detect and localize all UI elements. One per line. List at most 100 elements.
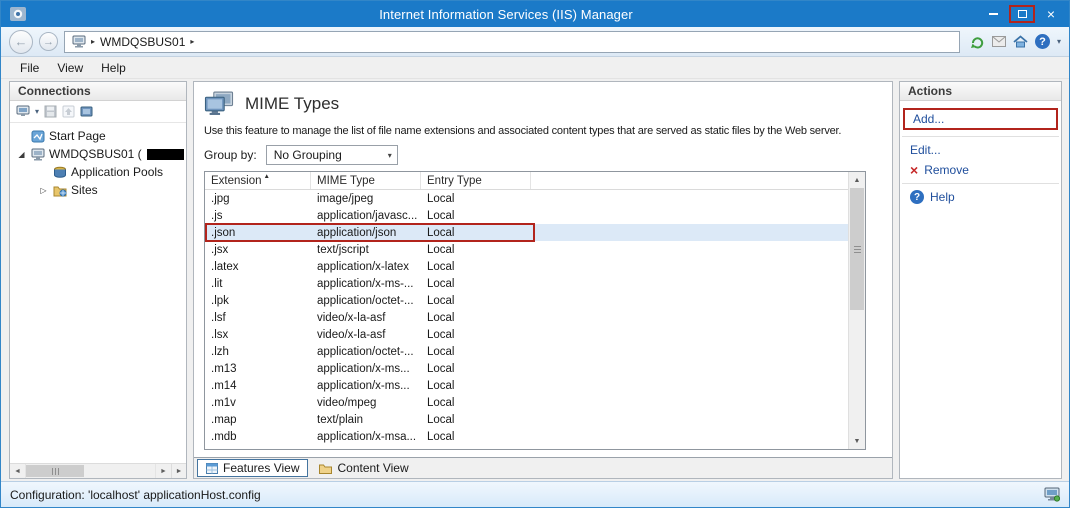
row-filler bbox=[531, 394, 848, 411]
menu-help[interactable]: Help bbox=[92, 58, 135, 78]
scroll-track[interactable] bbox=[849, 188, 865, 433]
scroll-thumb[interactable] bbox=[26, 465, 84, 477]
help-action[interactable]: ? Help bbox=[900, 187, 1061, 207]
entry-type-cell: Local bbox=[421, 207, 531, 224]
table-row[interactable]: .mdbapplication/x-msa...Local bbox=[205, 428, 848, 445]
tab-content-view[interactable]: Content View bbox=[311, 459, 416, 477]
feature-header: MIME Types bbox=[194, 82, 892, 120]
close-button[interactable]: × bbox=[1038, 5, 1064, 23]
mime-type-cell: video/x-la-asf bbox=[311, 309, 421, 326]
mime-type-cell: application/x-ms-... bbox=[311, 275, 421, 292]
tree-item-application-pools[interactable]: Application Pools bbox=[12, 163, 184, 181]
home-icon[interactable] bbox=[1013, 35, 1028, 48]
table-row[interactable]: .m13application/x-ms...Local bbox=[205, 360, 848, 377]
group-by-value: No Grouping bbox=[274, 148, 388, 162]
content-view-icon bbox=[319, 463, 332, 474]
help-icon: ? bbox=[910, 190, 924, 204]
table-row[interactable]: .jsxtext/jscriptLocal bbox=[205, 241, 848, 258]
table-row[interactable]: .latexapplication/x-latexLocal bbox=[205, 258, 848, 275]
tree-item-sites[interactable]: ▷ Sites bbox=[12, 181, 184, 199]
minimize-button[interactable] bbox=[980, 5, 1006, 23]
mime-type-cell: image/jpeg bbox=[311, 190, 421, 207]
close-icon: × bbox=[1047, 7, 1055, 21]
connections-tree: Start Page ◢ WMDQSBUS01 ( Application Po… bbox=[10, 123, 186, 463]
tab-features-view[interactable]: Features View bbox=[197, 459, 308, 477]
table-row[interactable]: .lsfvideo/x-la-asfLocal bbox=[205, 309, 848, 326]
group-by-dropdown[interactable]: No Grouping ▾ bbox=[266, 145, 398, 165]
actions-panel: Actions Add... Edit... × Remove ? Help bbox=[899, 81, 1062, 479]
edit-action[interactable]: Edit... bbox=[900, 140, 1061, 160]
table-row[interactable]: .lzhapplication/octet-...Local bbox=[205, 343, 848, 360]
forward-button[interactable]: → bbox=[39, 32, 58, 51]
scroll-track[interactable] bbox=[25, 464, 156, 478]
server-status-icon bbox=[1044, 487, 1060, 502]
table-row[interactable]: .m1vvideo/mpegLocal bbox=[205, 394, 848, 411]
scroll-thumb[interactable] bbox=[850, 188, 864, 310]
expander-open-icon[interactable]: ◢ bbox=[16, 150, 27, 159]
tree-item-start-page[interactable]: Start Page bbox=[12, 127, 184, 145]
extension-cell: .lsf bbox=[205, 309, 311, 326]
up-button[interactable] bbox=[62, 105, 75, 118]
entry-type-cell: Local bbox=[421, 326, 531, 343]
breadcrumb-server[interactable]: WMDQSBUS01 bbox=[100, 35, 185, 49]
main-body: Connections ▾ bbox=[1, 79, 1069, 481]
panel-corner-button[interactable]: ► bbox=[171, 464, 186, 478]
table-row[interactable]: .m14application/x-ms...Local bbox=[205, 377, 848, 394]
column-label: MIME Type bbox=[317, 175, 375, 187]
extension-cell: .lit bbox=[205, 275, 311, 292]
refresh-icon[interactable] bbox=[970, 35, 985, 49]
help-icon: ? bbox=[1035, 34, 1050, 49]
scroll-down-button[interactable]: ▼ bbox=[849, 433, 865, 449]
separator bbox=[902, 183, 1059, 184]
row-filler bbox=[531, 292, 848, 309]
window-title: Internet Information Services (IIS) Mana… bbox=[32, 7, 980, 22]
column-label: Extension bbox=[211, 175, 262, 187]
save-button[interactable] bbox=[44, 105, 57, 118]
message-icon[interactable] bbox=[992, 36, 1006, 47]
table-row[interactable]: .lpkapplication/octet-...Local bbox=[205, 292, 848, 309]
scroll-up-button[interactable]: ▲ bbox=[849, 172, 865, 188]
group-by-row: Group by: No Grouping ▾ bbox=[194, 144, 892, 171]
scroll-left-button[interactable]: ◄ bbox=[10, 464, 25, 478]
menu-view[interactable]: View bbox=[48, 58, 92, 78]
extension-cell: .lzh bbox=[205, 343, 311, 360]
mime-table-body: .jpgimage/jpegLocal.jsapplication/javasc… bbox=[205, 190, 865, 449]
address-bar[interactable]: ▸ WMDQSBUS01 ▸ bbox=[64, 31, 960, 53]
add-action[interactable]: Add... bbox=[903, 108, 1058, 130]
table-vscrollbar[interactable]: ▲ ▼ bbox=[848, 172, 865, 449]
table-row[interactable]: .lsxvideo/x-la-asfLocal bbox=[205, 326, 848, 343]
entry-type-cell: Local bbox=[421, 224, 531, 241]
breadcrumb-arrow-icon[interactable]: ▸ bbox=[190, 37, 194, 46]
table-row[interactable]: .jpgimage/jpegLocal bbox=[205, 190, 848, 207]
mime-type-cell: video/x-la-asf bbox=[311, 326, 421, 343]
chevron-down-icon[interactable]: ▾ bbox=[1057, 37, 1061, 46]
maximize-button[interactable] bbox=[1009, 5, 1035, 23]
scroll-right-button[interactable]: ► bbox=[156, 464, 171, 478]
row-filler bbox=[531, 428, 848, 445]
tree-item-server[interactable]: ◢ WMDQSBUS01 ( bbox=[12, 145, 184, 163]
table-row[interactable]: .litapplication/x-ms-...Local bbox=[205, 275, 848, 292]
connect-button[interactable] bbox=[16, 105, 30, 118]
mime-type-cell: application/x-ms... bbox=[311, 377, 421, 394]
back-button[interactable]: ← bbox=[9, 30, 33, 54]
remove-action[interactable]: × Remove bbox=[900, 160, 1061, 180]
column-header-entry-type[interactable]: Entry Type bbox=[421, 172, 531, 189]
column-header-extension[interactable]: Extension ▲ bbox=[205, 172, 311, 189]
back-arrow-icon: ← bbox=[15, 34, 28, 49]
extension-cell: .m1v bbox=[205, 394, 311, 411]
row-filler bbox=[531, 258, 848, 275]
connections-toolbar: ▾ bbox=[10, 101, 186, 123]
table-row[interactable]: .jsonapplication/jsonLocal bbox=[205, 224, 848, 241]
delegation-button[interactable] bbox=[80, 105, 93, 118]
entry-type-cell: Local bbox=[421, 275, 531, 292]
tree-label: WMDQSBUS01 ( bbox=[49, 147, 142, 161]
table-row[interactable]: .jsapplication/javasc...Local bbox=[205, 207, 848, 224]
column-header-mime-type[interactable]: MIME Type bbox=[311, 172, 421, 189]
connections-hscrollbar[interactable]: ◄ ► ► bbox=[10, 463, 186, 478]
expander-closed-icon[interactable]: ▷ bbox=[38, 186, 49, 195]
table-row[interactable]: .maptext/plainLocal bbox=[205, 411, 848, 428]
connect-caret-icon[interactable]: ▾ bbox=[35, 107, 39, 116]
menu-file[interactable]: File bbox=[11, 58, 48, 78]
help-button[interactable]: ? bbox=[1035, 34, 1050, 49]
mime-type-cell: application/x-msa... bbox=[311, 428, 421, 445]
